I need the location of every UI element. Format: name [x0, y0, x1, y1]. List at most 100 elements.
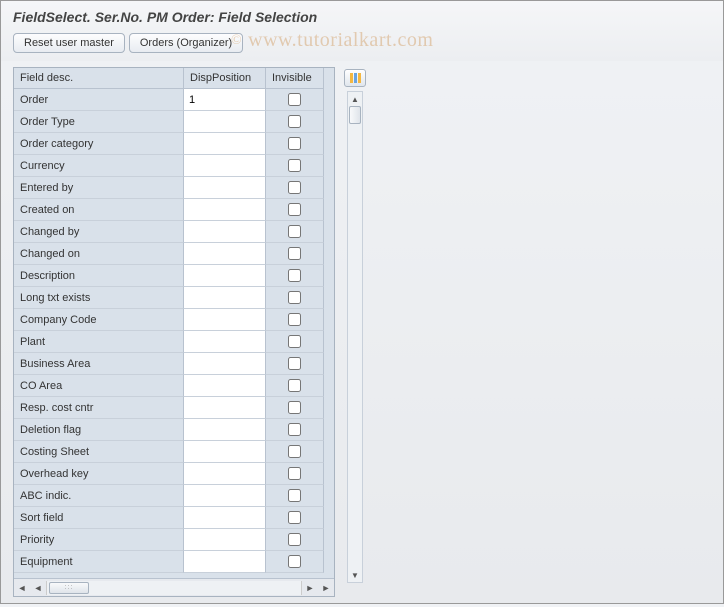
invisible-checkbox[interactable] — [288, 247, 301, 260]
invisible-checkbox[interactable] — [288, 115, 301, 128]
column-header-field-desc[interactable]: Field desc. — [14, 68, 184, 89]
disp-position-input[interactable] — [184, 133, 265, 154]
invisible-checkbox[interactable] — [288, 313, 301, 326]
field-desc-cell[interactable]: Overhead key — [14, 463, 184, 485]
field-desc-cell[interactable]: Created on — [14, 199, 184, 221]
table-row: Overhead key — [14, 463, 334, 485]
disp-position-input[interactable] — [184, 331, 265, 352]
field-desc-cell[interactable]: Plant — [14, 331, 184, 353]
table-body: OrderOrder TypeOrder categoryCurrencyEnt… — [14, 89, 334, 578]
disp-position-input[interactable] — [184, 441, 265, 462]
field-desc-cell[interactable]: CO Area — [14, 375, 184, 397]
disp-position-input[interactable] — [184, 155, 265, 176]
reset-user-master-button[interactable]: Reset user master — [13, 33, 125, 53]
invisible-cell — [266, 353, 324, 375]
invisible-checkbox[interactable] — [288, 203, 301, 216]
disp-position-input[interactable] — [184, 529, 265, 550]
field-desc-cell[interactable]: Description — [14, 265, 184, 287]
field-desc-cell[interactable]: Entered by — [14, 177, 184, 199]
disp-position-input[interactable] — [184, 353, 265, 374]
vscroll-thumb[interactable] — [349, 106, 361, 124]
field-desc-cell[interactable]: Order — [14, 89, 184, 111]
table-header-row: Field desc. DispPosition Invisible — [14, 68, 334, 89]
disp-position-input[interactable] — [184, 485, 265, 506]
invisible-checkbox[interactable] — [288, 445, 301, 458]
invisible-checkbox[interactable] — [288, 159, 301, 172]
invisible-checkbox[interactable] — [288, 533, 301, 546]
field-desc-cell[interactable]: Order category — [14, 133, 184, 155]
invisible-cell — [266, 441, 324, 463]
invisible-cell — [266, 331, 324, 353]
vertical-scrollbar[interactable]: ▲ ▼ — [347, 91, 363, 583]
disp-position-input[interactable] — [184, 221, 265, 242]
disp-position-cell — [184, 89, 266, 111]
invisible-checkbox[interactable] — [288, 511, 301, 524]
invisible-checkbox[interactable] — [288, 357, 301, 370]
hscroll-left-fast-icon[interactable]: ◄ — [30, 580, 46, 596]
invisible-cell — [266, 551, 324, 573]
field-desc-cell[interactable]: Deletion flag — [14, 419, 184, 441]
disp-position-input[interactable] — [184, 111, 265, 132]
disp-position-input[interactable] — [184, 375, 265, 396]
field-desc-cell[interactable]: Changed by — [14, 221, 184, 243]
disp-position-input[interactable] — [184, 177, 265, 198]
column-header-invisible[interactable]: Invisible — [266, 68, 324, 89]
disp-position-input[interactable] — [184, 287, 265, 308]
table-row: Description — [14, 265, 334, 287]
vscroll-up-icon[interactable]: ▲ — [348, 92, 362, 106]
invisible-checkbox[interactable] — [288, 423, 301, 436]
column-header-disp-position[interactable]: DispPosition — [184, 68, 266, 89]
field-desc-cell[interactable]: Costing Sheet — [14, 441, 184, 463]
field-desc-cell[interactable]: Changed on — [14, 243, 184, 265]
invisible-checkbox[interactable] — [288, 291, 301, 304]
invisible-checkbox[interactable] — [288, 401, 301, 414]
table-row: Costing Sheet — [14, 441, 334, 463]
invisible-cell — [266, 155, 324, 177]
field-desc-cell[interactable]: Order Type — [14, 111, 184, 133]
invisible-checkbox[interactable] — [288, 225, 301, 238]
field-desc-cell[interactable]: Equipment — [14, 551, 184, 573]
field-desc-cell[interactable]: ABC indic. — [14, 485, 184, 507]
disp-position-input[interactable] — [184, 397, 265, 418]
invisible-checkbox[interactable] — [288, 137, 301, 150]
disp-position-input[interactable] — [184, 463, 265, 484]
hscroll-left-icon[interactable]: ◄ — [14, 580, 30, 596]
invisible-checkbox[interactable] — [288, 555, 301, 568]
field-desc-cell[interactable]: Priority — [14, 529, 184, 551]
field-desc-cell[interactable]: Resp. cost cntr — [14, 397, 184, 419]
invisible-checkbox[interactable] — [288, 335, 301, 348]
orders-organizer-button[interactable]: Orders (Organizer) — [129, 33, 243, 53]
disp-position-input[interactable] — [184, 265, 265, 286]
invisible-checkbox[interactable] — [288, 93, 301, 106]
invisible-cell — [266, 397, 324, 419]
invisible-checkbox[interactable] — [288, 379, 301, 392]
hscroll-right-fast-icon[interactable]: ► — [318, 580, 334, 596]
field-desc-cell[interactable]: Currency — [14, 155, 184, 177]
invisible-checkbox[interactable] — [288, 269, 301, 282]
disp-position-input[interactable] — [184, 419, 265, 440]
vscroll-down-icon[interactable]: ▼ — [348, 568, 362, 582]
disp-position-input[interactable] — [184, 89, 265, 110]
disp-position-cell — [184, 463, 266, 485]
disp-position-input[interactable] — [184, 243, 265, 264]
field-desc-cell[interactable]: Company Code — [14, 309, 184, 331]
invisible-checkbox[interactable] — [288, 181, 301, 194]
disp-position-input[interactable] — [184, 309, 265, 330]
disp-position-input[interactable] — [184, 507, 265, 528]
field-desc-cell[interactable]: Sort field — [14, 507, 184, 529]
disp-position-cell — [184, 419, 266, 441]
horizontal-scrollbar[interactable]: ◄ ◄ ::: ► ► — [14, 578, 334, 596]
table-settings-button[interactable] — [344, 69, 366, 87]
disp-position-input[interactable] — [184, 551, 265, 572]
field-desc-cell[interactable]: Business Area — [14, 353, 184, 375]
invisible-checkbox[interactable] — [288, 467, 301, 480]
vscroll-track[interactable] — [348, 106, 362, 568]
hscroll-thumb[interactable]: ::: — [49, 582, 89, 594]
disp-position-cell — [184, 177, 266, 199]
hscroll-right-icon[interactable]: ► — [302, 580, 318, 596]
disp-position-input[interactable] — [184, 199, 265, 220]
disp-position-cell — [184, 397, 266, 419]
invisible-checkbox[interactable] — [288, 489, 301, 502]
field-desc-cell[interactable]: Long txt exists — [14, 287, 184, 309]
hscroll-track[interactable]: ::: — [46, 581, 302, 595]
